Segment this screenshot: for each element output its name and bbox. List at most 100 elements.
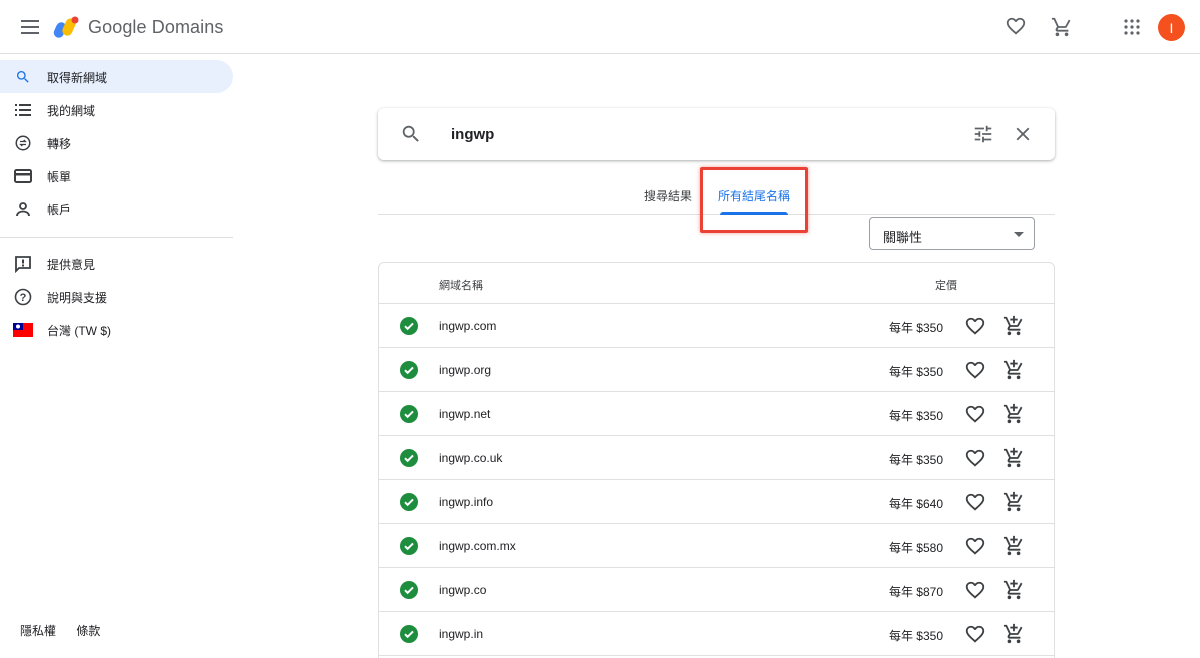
tab-search-results[interactable]: 搜尋結果 bbox=[644, 187, 692, 204]
sidebar-item-label: 提供意見 bbox=[47, 258, 96, 272]
table-row[interactable]: ingwp.com.mx 每年 $580 bbox=[379, 524, 1054, 568]
available-check-icon bbox=[400, 405, 418, 423]
domain-name[interactable]: ingwp.org bbox=[439, 363, 491, 377]
domain-price: 每年 $350 bbox=[888, 365, 943, 379]
domain-price: 每年 $350 bbox=[888, 321, 943, 335]
brand-name[interactable]: Google Domains bbox=[88, 17, 223, 38]
sidebar-item-label: 取得新網域 bbox=[47, 71, 108, 85]
top-app-bar: Google Domains I bbox=[0, 0, 1200, 54]
domain-price: 每年 $350 bbox=[888, 453, 943, 467]
person-icon bbox=[13, 199, 33, 219]
add-to-cart-icon[interactable] bbox=[1003, 447, 1025, 469]
available-check-icon bbox=[400, 625, 418, 643]
google-domains-logo-icon[interactable] bbox=[52, 14, 80, 42]
sort-selected-value: 關聯性 bbox=[883, 230, 923, 245]
domain-name[interactable]: ingwp.com bbox=[439, 319, 496, 333]
add-to-favorites-heart-icon[interactable] bbox=[964, 360, 986, 382]
privacy-link[interactable]: 隱私權 bbox=[20, 624, 56, 638]
add-to-favorites-heart-icon[interactable] bbox=[964, 580, 986, 602]
credit-card-icon bbox=[13, 166, 33, 186]
sidebar-item-country[interactable]: 台灣 (TW $) bbox=[0, 313, 233, 346]
sidebar-item-help[interactable]: ? 說明與支援 bbox=[0, 280, 233, 313]
available-check-icon bbox=[400, 361, 418, 379]
domain-price: 每年 $580 bbox=[888, 541, 943, 555]
add-to-cart-icon[interactable] bbox=[1003, 535, 1025, 557]
hamburger-menu-icon[interactable] bbox=[18, 15, 42, 39]
tab-all-endings[interactable]: 所有結尾名稱 bbox=[718, 187, 790, 204]
sidebar-item-feedback[interactable]: 提供意見 bbox=[0, 247, 233, 280]
add-to-cart-icon[interactable] bbox=[1003, 403, 1025, 425]
domain-results-table: 網域名稱 定價 ingwp.com 每年 $350 ingwp.org 每年 $350… bbox=[378, 262, 1055, 658]
active-tab-indicator bbox=[720, 212, 788, 215]
sidebar-divider bbox=[0, 237, 233, 238]
clear-search-close-icon[interactable] bbox=[1012, 123, 1034, 145]
sort-order-dropdown[interactable]: 關聯性 bbox=[869, 217, 1035, 250]
add-to-favorites-heart-icon[interactable] bbox=[964, 492, 986, 514]
sidebar-item-account[interactable]: 帳戶 bbox=[0, 192, 233, 225]
favorites-heart-icon[interactable] bbox=[1003, 14, 1029, 40]
sidebar-item-label: 轉移 bbox=[47, 137, 72, 151]
available-check-icon bbox=[400, 493, 418, 511]
available-check-icon bbox=[400, 317, 418, 335]
domain-price: 每年 $870 bbox=[888, 585, 943, 599]
table-row[interactable]: ingwp.co 每年 $870 bbox=[379, 568, 1054, 612]
add-to-cart-icon[interactable] bbox=[1003, 491, 1025, 513]
add-to-favorites-heart-icon[interactable] bbox=[964, 404, 986, 426]
sidebar-item-billing[interactable]: 帳單 bbox=[0, 159, 233, 192]
list-icon bbox=[13, 100, 33, 120]
table-row[interactable]: ingwp.co.uk 每年 $350 bbox=[379, 436, 1054, 480]
shopping-cart-icon[interactable] bbox=[1049, 14, 1075, 40]
domain-name[interactable]: ingwp.in bbox=[439, 627, 483, 641]
column-header-price: 定價 bbox=[935, 280, 957, 292]
domain-name[interactable]: ingwp.co bbox=[439, 583, 486, 597]
sidebar-item-label: 我的網域 bbox=[47, 104, 96, 118]
sidebar-footer: 隱私權 條款 bbox=[20, 622, 117, 639]
add-to-cart-icon[interactable] bbox=[1003, 315, 1025, 337]
table-row[interactable]: ingwp.in 每年 $350 bbox=[379, 612, 1054, 656]
table-row[interactable]: ingwp.net 每年 $350 bbox=[379, 392, 1054, 436]
table-row[interactable]: ingwp.org 每年 $350 bbox=[379, 348, 1054, 392]
add-to-favorites-heart-icon[interactable] bbox=[964, 316, 986, 338]
terms-link[interactable]: 條款 bbox=[76, 624, 100, 638]
available-check-icon bbox=[400, 581, 418, 599]
result-tabs: 搜尋結果 所有結尾名稱 bbox=[378, 170, 1055, 215]
add-to-favorites-heart-icon[interactable] bbox=[964, 624, 986, 646]
available-check-icon bbox=[400, 537, 418, 555]
sidebar-item-label: 說明與支援 bbox=[47, 291, 108, 305]
add-to-cart-icon[interactable] bbox=[1003, 579, 1025, 601]
svg-text:?: ? bbox=[20, 292, 27, 304]
sidebar-nav: 取得新網域 我的網域 轉移 帳單 帳戶 提供意見 ? 說明與支援 台灣 (TW … bbox=[0, 54, 240, 658]
add-to-cart-icon[interactable] bbox=[1003, 359, 1025, 381]
table-row[interactable]: ingwp.info 每年 $640 bbox=[379, 480, 1054, 524]
search-icon bbox=[402, 125, 419, 142]
sidebar-item-get-new-domain[interactable]: 取得新網域 bbox=[0, 60, 233, 93]
add-to-favorites-heart-icon[interactable] bbox=[964, 536, 986, 558]
apps-grid-icon[interactable] bbox=[1119, 14, 1145, 40]
search-icon bbox=[13, 67, 33, 87]
domain-name[interactable]: ingwp.com.mx bbox=[439, 539, 516, 553]
dropdown-caret-icon bbox=[1014, 232, 1024, 237]
transfer-icon bbox=[13, 133, 33, 153]
domain-search-box bbox=[378, 108, 1055, 160]
add-to-cart-icon[interactable] bbox=[1003, 623, 1025, 645]
table-header: 網域名稱 定價 bbox=[379, 263, 1054, 304]
available-check-icon bbox=[400, 449, 418, 467]
help-icon: ? bbox=[13, 287, 33, 307]
column-header-domain-name: 網域名稱 bbox=[439, 280, 483, 292]
sidebar-item-label: 帳戶 bbox=[47, 203, 72, 217]
add-to-favorites-heart-icon[interactable] bbox=[964, 448, 986, 470]
table-row[interactable]: ingwp.com 每年 $350 bbox=[379, 304, 1054, 348]
domain-price: 每年 $350 bbox=[888, 629, 943, 643]
domain-price: 每年 $350 bbox=[888, 409, 943, 423]
sidebar-item-my-domains[interactable]: 我的網域 bbox=[0, 93, 233, 126]
account-avatar[interactable]: I bbox=[1158, 14, 1185, 41]
sidebar-item-transfer[interactable]: 轉移 bbox=[0, 126, 233, 159]
domain-search-input[interactable] bbox=[451, 122, 911, 146]
domain-name[interactable]: ingwp.co.uk bbox=[439, 451, 502, 465]
domain-name[interactable]: ingwp.info bbox=[439, 495, 493, 509]
filter-tune-icon[interactable] bbox=[972, 123, 994, 145]
feedback-icon bbox=[13, 254, 33, 274]
domain-name[interactable]: ingwp.net bbox=[439, 407, 490, 421]
taiwan-flag-icon bbox=[13, 320, 33, 340]
domain-price: 每年 $640 bbox=[888, 497, 943, 511]
